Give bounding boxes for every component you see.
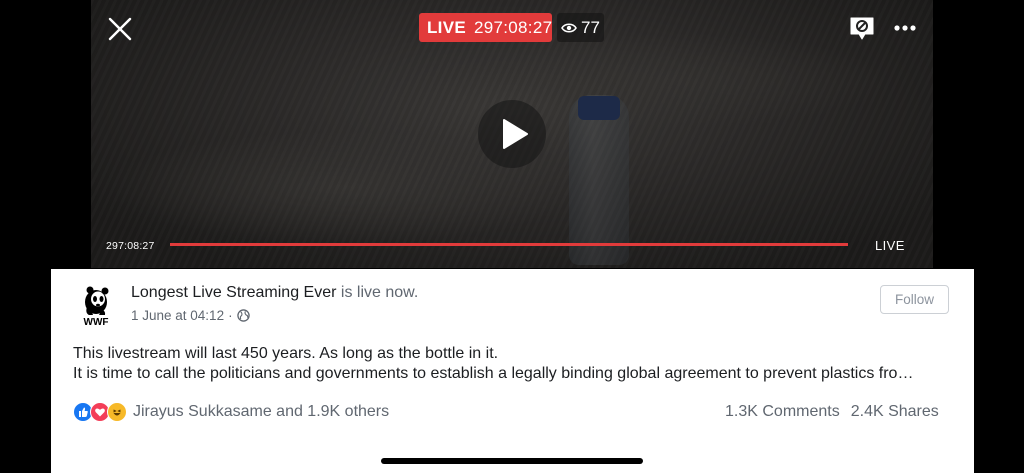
more-icon bbox=[894, 25, 916, 31]
comments-count[interactable]: 1.3K Comments bbox=[725, 403, 840, 421]
reactors-text[interactable]: Jirayus Sukkasame and 1.9K others bbox=[133, 403, 389, 421]
post-text: This livestream will last 450 years. As … bbox=[73, 344, 953, 384]
page-name-link[interactable]: Longest Live Streaming Ever bbox=[131, 284, 336, 301]
meta-separator: · bbox=[228, 308, 233, 323]
svg-text:WWF: WWF bbox=[84, 317, 109, 327]
comments-off-icon bbox=[850, 17, 874, 40]
viewer-count-badge: 77 bbox=[557, 13, 604, 42]
globe-icon bbox=[236, 309, 250, 322]
live-status-text: is live now. bbox=[336, 284, 419, 301]
close-button[interactable] bbox=[106, 15, 134, 43]
viewer-count: 77 bbox=[581, 17, 600, 37]
follow-button[interactable]: Follow bbox=[880, 285, 949, 314]
home-indicator[interactable] bbox=[381, 458, 643, 464]
elapsed-time: 297:08:27 bbox=[106, 240, 155, 252]
live-label: LIVE bbox=[427, 17, 466, 37]
bottle-image bbox=[569, 95, 629, 265]
play-icon bbox=[503, 119, 528, 149]
post-header: Longest Live Streaming Ever is live now. bbox=[131, 284, 418, 302]
progress-fill bbox=[170, 243, 848, 246]
post-text-line-2[interactable]: It is time to call the politicians and g… bbox=[73, 364, 953, 384]
reaction-icons[interactable] bbox=[73, 402, 127, 422]
post-timestamp[interactable]: 1 June at 04:12 bbox=[131, 308, 224, 323]
live-duration: 297:08:27 bbox=[474, 17, 553, 37]
shares-count[interactable]: 2.4K Shares bbox=[851, 403, 939, 421]
post-text-line-1: This livestream will last 450 years. As … bbox=[73, 345, 499, 362]
bottle-cap bbox=[578, 96, 620, 120]
engagement-counts: 1.3K Comments 2.4K Shares bbox=[725, 403, 939, 421]
haha-icon bbox=[107, 402, 127, 422]
progress-bar[interactable] bbox=[170, 243, 848, 246]
comments-toggle-button[interactable] bbox=[848, 14, 876, 42]
more-options-button[interactable] bbox=[892, 20, 918, 36]
close-icon bbox=[108, 17, 132, 41]
wwf-wordmark: WWF bbox=[84, 317, 109, 327]
post-meta: 1 June at 04:12 · bbox=[131, 308, 250, 323]
live-badge: LIVE 297:08:27 bbox=[419, 13, 552, 42]
play-button[interactable] bbox=[478, 100, 546, 168]
eye-icon bbox=[561, 22, 577, 33]
live-end-label[interactable]: LIVE bbox=[875, 238, 905, 253]
